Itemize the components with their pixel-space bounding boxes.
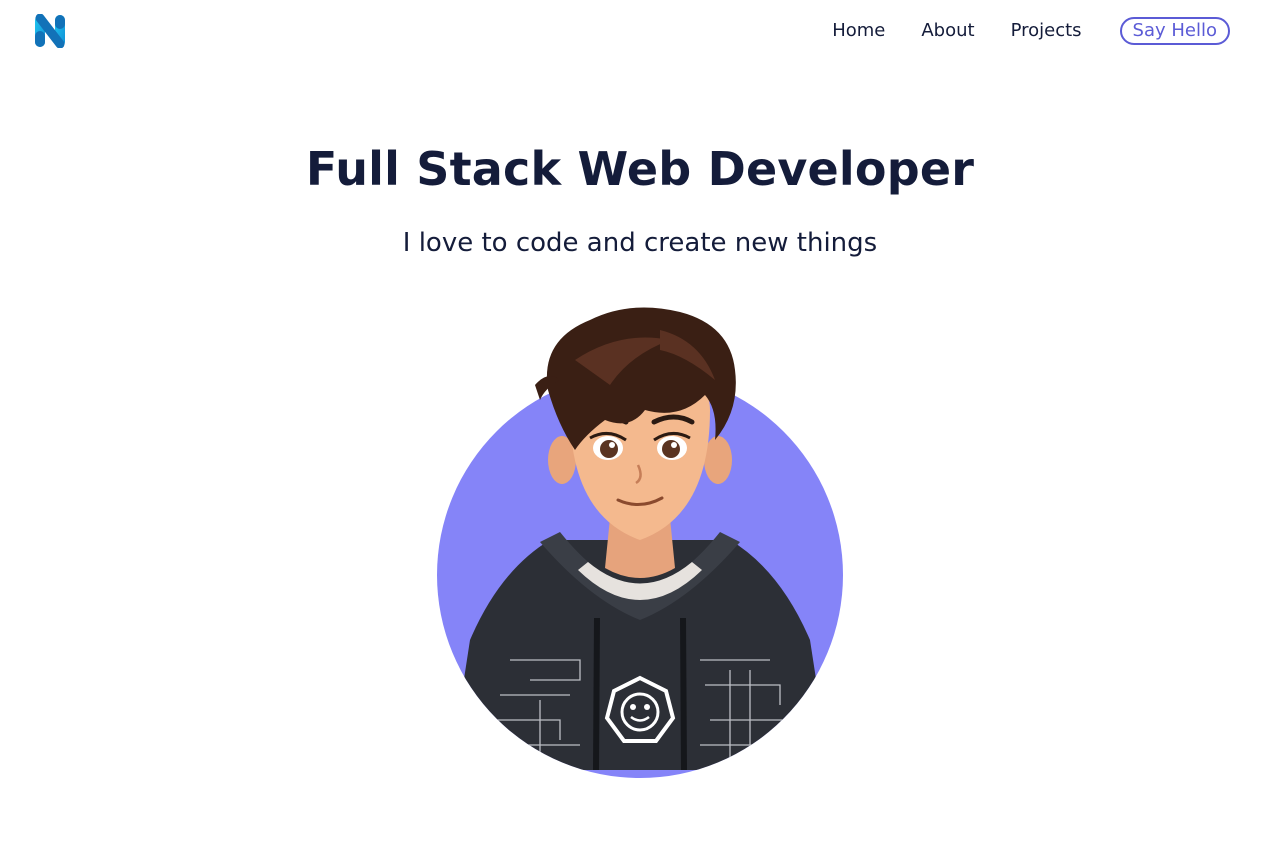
say-hello-button[interactable]: Say Hello (1119, 17, 1230, 45)
main-nav: Home About Projects Say Hello (832, 16, 1230, 46)
page: Home About Projects Say Hello Full Stack… (0, 0, 1280, 863)
nav-about-link[interactable]: About (921, 16, 974, 46)
avatar-illustration (437, 307, 843, 778)
brand-logo-icon[interactable] (34, 14, 66, 48)
hero-title: Full Stack Web Developer (305, 142, 975, 196)
site-header: Home About Projects Say Hello (0, 0, 1280, 62)
hero-subtitle: I love to code and create new things (402, 228, 878, 258)
nav-projects-link[interactable]: Projects (1011, 16, 1082, 46)
nav-home-link[interactable]: Home (832, 16, 885, 46)
